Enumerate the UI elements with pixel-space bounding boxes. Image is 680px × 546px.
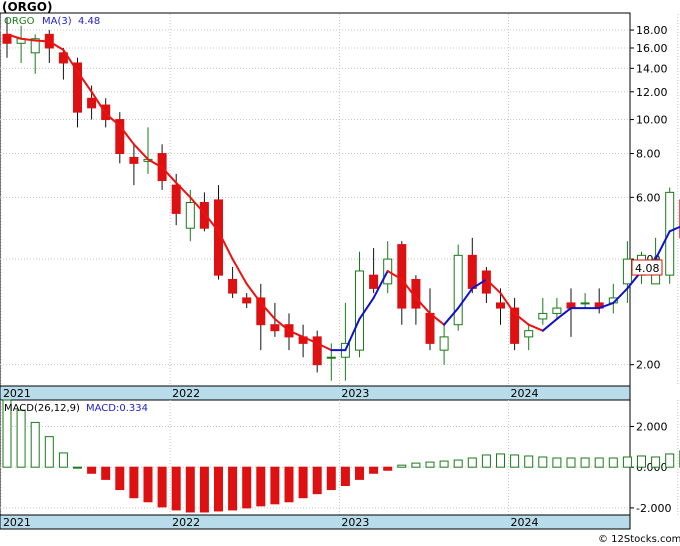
macd-bar-negative — [383, 466, 393, 471]
macd-bar-negative — [129, 466, 139, 499]
candle-up — [439, 336, 449, 351]
price-ytick-label: 8.00 — [636, 148, 661, 161]
candle-down — [171, 184, 181, 214]
candle-down — [397, 244, 407, 309]
candle-down — [129, 156, 139, 164]
macd-bar-positive — [397, 464, 407, 468]
candle-up — [326, 356, 336, 359]
legend-ma-label: MA(3) — [42, 16, 72, 27]
macd-bar-negative — [143, 466, 153, 503]
macd-bar-positive — [538, 456, 548, 468]
candle-down — [425, 312, 435, 344]
chart-title: (ORGO) — [2, 0, 52, 14]
candle-up — [355, 270, 364, 351]
price-x-label: 2022 — [172, 387, 200, 400]
macd-bar-positive — [425, 461, 435, 468]
macd-bar-negative — [171, 466, 181, 511]
candle-up — [538, 312, 548, 320]
candle-up — [453, 254, 463, 326]
macd-bar-positive — [566, 457, 576, 468]
macd-x-label: 2021 — [3, 516, 31, 529]
copyright-text: © 12Stocks.com — [598, 534, 680, 545]
macd-bar-negative — [284, 466, 294, 503]
macd-bar-negative — [256, 466, 266, 507]
macd-bar-positive — [622, 456, 632, 468]
candle-down — [242, 297, 252, 304]
macd-bar-positive — [44, 436, 54, 468]
price-ytick-label: 2.00 — [636, 359, 661, 372]
candle-up — [524, 330, 534, 338]
macd-bar-positive — [608, 457, 618, 468]
macd-bar-negative — [298, 466, 308, 499]
macd-bar-positive — [651, 456, 661, 468]
macd-bar-negative — [214, 466, 223, 512]
price-x-label: 2021 — [3, 387, 31, 400]
candle-up — [185, 202, 195, 229]
macd-x-label: 2022 — [172, 516, 200, 529]
price-ytick-label: 12.00 — [636, 86, 668, 99]
candle-down — [228, 278, 238, 294]
macd-bar-negative — [355, 466, 364, 480]
macd-bar-negative — [157, 466, 167, 508]
macd-bar-negative — [340, 466, 350, 486]
macd-x-label: 2023 — [341, 516, 369, 529]
macd-bar-negative — [115, 466, 125, 491]
candle-up — [580, 302, 590, 305]
macd-ytick-label: -2.000 — [636, 502, 671, 515]
macd-bar-positive — [411, 462, 421, 468]
macd-bar-positive — [58, 452, 68, 468]
legend-ma-value: 4.48 — [78, 16, 100, 27]
macd-bar-negative — [242, 466, 252, 509]
macd-bar-positive — [594, 457, 604, 468]
macd-bar-positive — [665, 453, 675, 468]
price-x-label: 2024 — [511, 387, 539, 400]
macd-legend-value: MACD:0.334 — [86, 403, 148, 414]
price-x-label: 2023 — [341, 387, 369, 400]
macd-bar-positive — [496, 453, 505, 468]
price-ytick-label: 14.00 — [636, 62, 668, 75]
price-ytick-label: 10.00 — [636, 114, 668, 127]
macd-ytick-label: 2.000 — [636, 420, 668, 433]
macd-legend-label: MACD(26,12,9) — [4, 403, 80, 414]
macd-bar-positive — [552, 457, 562, 468]
last-price-label: 4.08 — [635, 262, 660, 275]
legend-symbol: ORGO — [4, 16, 35, 27]
macd-bar-negative — [369, 466, 379, 474]
candle-down — [496, 302, 505, 309]
chart-canvas: (ORGO) 2.004.006.008.0010.0012.0014.0016… — [0, 0, 680, 545]
macd-bar-positive — [524, 455, 534, 468]
macd-bar-negative — [199, 466, 209, 513]
macd-bar-positive — [580, 457, 590, 468]
macd-panel-frame — [0, 399, 631, 530]
macd-bar-positive — [16, 409, 26, 468]
macd-bar-positive — [453, 459, 463, 468]
candle-up — [552, 307, 562, 314]
macd-bar-negative — [312, 466, 322, 495]
candle-up — [665, 191, 675, 276]
macd-bar-positive — [467, 457, 477, 468]
macd-bar-positive — [30, 421, 40, 468]
macd-bar-negative — [87, 466, 97, 474]
candle-down — [270, 324, 280, 332]
macd-bar-positive — [637, 455, 646, 468]
price-y-axis: 2.004.006.008.0010.0012.0014.0016.0018.0… — [630, 24, 668, 372]
macd-bar-positive — [439, 460, 449, 468]
macd-bar-negative — [228, 466, 238, 511]
candle-down — [87, 97, 97, 109]
candle-up — [622, 258, 632, 285]
macd-x-label: 2024 — [511, 516, 539, 529]
macd-bar-negative — [270, 466, 280, 505]
price-ytick-label: 18.00 — [636, 24, 668, 37]
macd-bar-negative — [101, 466, 111, 480]
macd-bar-positive — [73, 466, 82, 469]
macd-bar-negative — [185, 466, 195, 513]
candle-down — [369, 274, 379, 289]
ma-segment — [34, 39, 51, 43]
macd-bar-negative — [326, 466, 336, 491]
macd-bar-positive — [510, 454, 520, 468]
candle-down — [467, 254, 477, 289]
macd-bar-positive — [481, 454, 491, 468]
price-ytick-label: 6.00 — [636, 191, 661, 204]
price-ytick-label: 16.00 — [636, 42, 668, 55]
